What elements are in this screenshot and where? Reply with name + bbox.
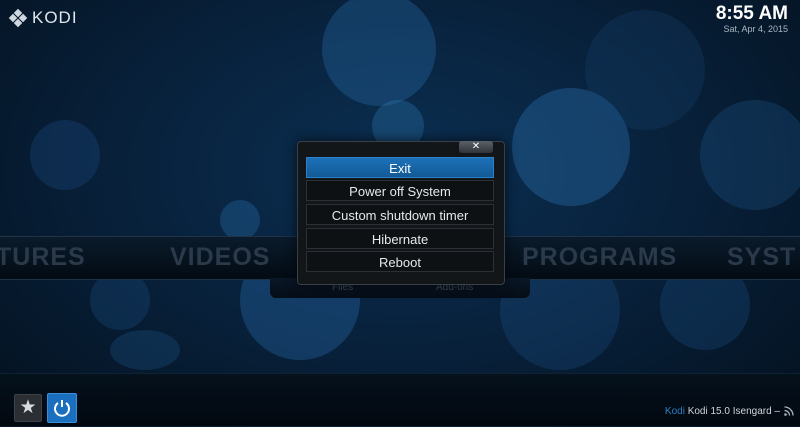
- background-bokeh: [700, 100, 800, 210]
- version-info: Kodi Kodi 15.0 Isengard –: [665, 406, 780, 417]
- brand-label: Kodi: [664, 406, 685, 417]
- background-bokeh: [512, 88, 630, 206]
- logo-text: KODI: [32, 8, 78, 27]
- close-button[interactable]: ✕: [459, 141, 493, 153]
- star-icon: ★: [19, 397, 37, 418]
- menu-item-system[interactable]: SYST: [727, 243, 796, 272]
- kodi-logo: KODI: [8, 8, 78, 28]
- clock-time: 8:55 AM: [715, 3, 788, 24]
- bottom-bar: [0, 373, 800, 426]
- menu-item-programs[interactable]: PROGRAMS: [522, 243, 677, 272]
- favourites-button[interactable]: ★: [14, 394, 42, 422]
- power-icon: [54, 400, 70, 417]
- power-button[interactable]: [47, 393, 77, 423]
- background-bokeh: [110, 330, 180, 370]
- clock-date: Sat, Apr 4, 2015: [723, 24, 788, 34]
- version-label: Kodi 15.0 Isengard –: [687, 406, 780, 417]
- background-bokeh: [322, 0, 436, 106]
- rss-icon: [784, 406, 794, 416]
- background-bokeh: [585, 10, 705, 130]
- menu-item-videos[interactable]: VIDEOS: [170, 243, 270, 272]
- option-shutdown-timer[interactable]: Custom shutdown timer: [306, 204, 494, 225]
- menu-item-pictures[interactable]: TURES: [0, 243, 86, 272]
- option-hibernate[interactable]: Hibernate: [306, 228, 494, 249]
- shutdown-dialog: ✕ Exit Power off System Custom shutdown …: [297, 141, 505, 285]
- kodi-logo-icon: [8, 8, 28, 28]
- option-power-off[interactable]: Power off System: [306, 180, 494, 201]
- option-exit[interactable]: Exit: [306, 157, 494, 178]
- background-bokeh: [220, 200, 260, 240]
- option-reboot[interactable]: Reboot: [306, 251, 494, 272]
- clock: 8:55 AM Sat, Apr 4, 2015: [715, 3, 788, 35]
- background-bokeh: [30, 120, 100, 190]
